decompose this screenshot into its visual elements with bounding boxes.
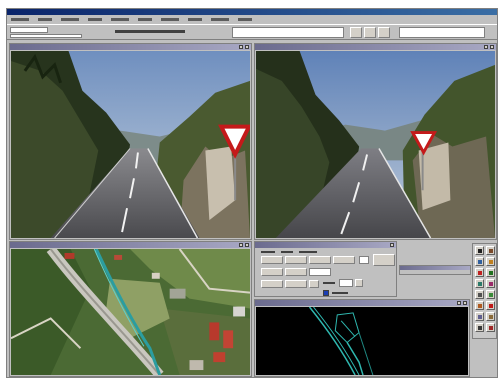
right-camera-minimize-button[interactable] xyxy=(484,45,488,49)
control-button-1[interactable] xyxy=(261,256,283,264)
aerial-map-image[interactable] xyxy=(11,249,250,375)
menu-item-7[interactable] xyxy=(161,18,179,21)
right-camera-titlebar[interactable] xyxy=(255,44,496,50)
vector-view-canvas[interactable] xyxy=(256,307,468,375)
toolbar-button-1[interactable] xyxy=(350,27,362,38)
control-button-9[interactable] xyxy=(309,280,319,288)
toolbar xyxy=(7,24,497,40)
zoom-icon[interactable] xyxy=(475,257,484,266)
control-button-6[interactable] xyxy=(285,268,307,276)
layer-icon[interactable] xyxy=(486,290,495,299)
aerial-map-close-button[interactable] xyxy=(245,243,249,247)
tool-button-15[interactable] xyxy=(475,323,484,332)
right-camera-pane[interactable] xyxy=(254,43,497,240)
apply-button[interactable] xyxy=(373,254,395,266)
control-button-4[interactable] xyxy=(333,256,355,264)
application-window xyxy=(6,8,498,378)
right-camera-close-button[interactable] xyxy=(490,45,494,49)
value-stepper[interactable] xyxy=(355,279,363,287)
search-input[interactable] xyxy=(399,27,485,38)
value-field[interactable] xyxy=(339,279,353,287)
control-button-3[interactable] xyxy=(309,256,331,264)
erase-icon[interactable] xyxy=(486,279,495,288)
aerial-map-pane[interactable] xyxy=(9,241,252,377)
toolbar-button-3[interactable] xyxy=(378,27,390,38)
menu-item-8[interactable] xyxy=(188,18,202,21)
toolbar-button-2[interactable] xyxy=(364,27,376,38)
status-field[interactable] xyxy=(10,27,48,33)
aerial-map-minimize-button[interactable] xyxy=(239,243,243,247)
vector-view-pane[interactable] xyxy=(254,299,470,377)
control-panel-close-button[interactable] xyxy=(390,243,394,247)
menu-item-2[interactable] xyxy=(38,18,52,21)
left-camera-titlebar[interactable] xyxy=(10,44,251,50)
tool-palette xyxy=(472,243,497,339)
tool-button-16[interactable] xyxy=(486,323,495,332)
control-button-5[interactable] xyxy=(261,268,283,276)
arrow-icon[interactable] xyxy=(475,246,484,255)
checkbox-label xyxy=(332,292,348,294)
layer-strip-titlebar[interactable] xyxy=(400,266,470,270)
right-camera-image xyxy=(256,51,495,238)
tab-3[interactable] xyxy=(299,251,317,253)
color-icon[interactable] xyxy=(475,301,484,310)
left-camera-pane[interactable] xyxy=(9,43,252,240)
left-camera-image xyxy=(11,51,250,238)
control-button-8[interactable] xyxy=(285,280,307,288)
coordinate-input[interactable] xyxy=(232,27,344,38)
control-field-1[interactable] xyxy=(309,268,331,276)
menu-item-3[interactable] xyxy=(61,18,79,21)
aerial-map-titlebar[interactable] xyxy=(10,242,251,248)
control-checkbox[interactable] xyxy=(323,290,329,296)
tab-2[interactable] xyxy=(281,251,293,253)
menu-item-9[interactable] xyxy=(211,18,229,21)
control-panel xyxy=(254,241,397,297)
color-swatch[interactable] xyxy=(359,256,369,264)
control-panel-titlebar[interactable] xyxy=(255,242,396,248)
pan-icon[interactable] xyxy=(486,246,495,255)
menu-item-5[interactable] xyxy=(111,18,129,21)
value-label xyxy=(323,282,335,284)
menu-bar xyxy=(7,15,497,24)
menu-item-1[interactable] xyxy=(11,18,29,21)
layer-strip[interactable] xyxy=(399,265,471,275)
left-camera-minimize-button[interactable] xyxy=(239,45,243,49)
rotate-icon[interactable] xyxy=(475,290,484,299)
tool-button-14[interactable] xyxy=(486,312,495,321)
vector-view-minimize-button[interactable] xyxy=(457,301,461,305)
coordinates-readout xyxy=(115,30,185,33)
menu-item-6[interactable] xyxy=(138,18,152,21)
left-camera-close-button[interactable] xyxy=(245,45,249,49)
point-icon[interactable] xyxy=(475,268,484,277)
progress-field xyxy=(10,34,82,38)
line-icon[interactable] xyxy=(486,268,495,277)
tab-1[interactable] xyxy=(261,251,275,253)
ruler-icon[interactable] xyxy=(486,257,495,266)
close-icon[interactable] xyxy=(486,301,495,310)
menu-item-4[interactable] xyxy=(88,18,102,21)
vector-view-close-button[interactable] xyxy=(463,301,467,305)
control-button-2[interactable] xyxy=(285,256,307,264)
menu-item-10[interactable] xyxy=(238,18,252,21)
tool-button-13[interactable] xyxy=(475,312,484,321)
polygon-icon[interactable] xyxy=(475,279,484,288)
vector-view-titlebar[interactable] xyxy=(255,300,469,306)
control-button-7[interactable] xyxy=(261,280,283,288)
